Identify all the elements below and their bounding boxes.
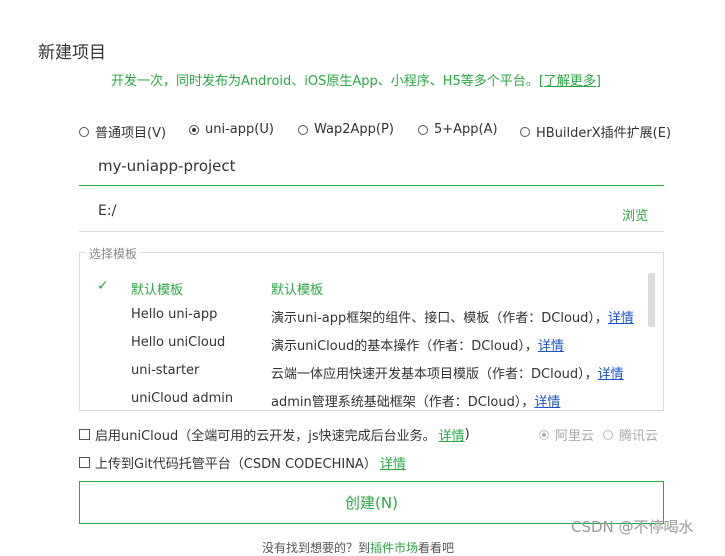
template-desc: 演示uni-app框架的组件、接口、模板（作者：DCloud），详情 (271, 307, 634, 326)
type-5plusapp-radio[interactable]: 5+App(A) (418, 122, 498, 137)
radio-icon (520, 126, 530, 137)
plugin-market-link[interactable]: 插件市场 (370, 541, 418, 555)
template-name: Hello uniCloud (131, 335, 226, 350)
aliyun-radio[interactable] (539, 429, 549, 440)
template-desc-text: 云端一体应用快速开发基本项目模版（作者：DCloud）， (271, 367, 598, 382)
subtitle-text: 开发一次，同时发布为Android、iOS原生App、小程序、H5等多个平台。 (111, 74, 539, 89)
project-name-field (79, 150, 664, 186)
template-desc-text: 演示uni-app框架的组件、接口、模板（作者：DCloud）， (271, 311, 608, 326)
radio-icon (298, 124, 308, 135)
type-label: HBuilderX插件扩展(E) (536, 126, 672, 141)
template-name: uniCloud admin (131, 391, 234, 406)
cloud-provider-group: 阿里云 腾讯云 (539, 425, 658, 444)
type-label: uni-app(U) (205, 122, 274, 137)
tencent-cloud-radio[interactable] (603, 429, 614, 440)
template-desc: 演示uniCloud的基本操作（作者：DCloud），详情 (271, 335, 564, 354)
project-name-input[interactable] (98, 157, 638, 175)
csdn-watermark: CSDN @不停喝水 (571, 518, 694, 536)
type-label: 5+App(A) (434, 122, 498, 137)
template-name: uni-starter (131, 363, 200, 378)
dialog-subtitle: 开发一次，同时发布为Android、iOS原生App、小程序、H5等多个平台。[… (111, 70, 601, 89)
template-name: Hello uni-app (131, 307, 218, 322)
template-row[interactable]: ✓ 默认模板 默认模板 (80, 278, 640, 300)
template-list: 选择模板 ✓ 默认模板 默认模板 Hello uni-app 演示uni-app… (79, 245, 664, 411)
template-row[interactable]: Hello uni-app 演示uni-app框架的组件、接口、模板（作者：DC… (80, 306, 640, 328)
hint-prefix: 没有找到想要的？到 (262, 541, 371, 555)
unicloud-option: 启用uniCloud（全端可用的云开发，js快速完成后台业务。 详情 ) (79, 425, 470, 444)
template-detail-link[interactable]: 详情 (598, 367, 624, 382)
template-row[interactable]: uniCloud admin admin管理系统基础框架（作者：DCloud），… (80, 390, 640, 410)
tencent-cloud-label: 腾讯云 (619, 429, 659, 444)
template-row[interactable]: Hello uniCloud 演示uniCloud的基本操作（作者：DCloud… (80, 334, 640, 356)
type-hbuilderx-plugin-radio[interactable]: HBuilderX插件扩展(E) (520, 122, 671, 141)
git-option: 上传到Git代码托管平台（CSDN CODECHINA） 详情 (79, 453, 406, 472)
unicloud-label: 启用uniCloud（全端可用的云开发，js快速完成后台业务。 (95, 429, 436, 444)
type-uniapp-radio[interactable]: uni-app(U) (189, 122, 274, 137)
git-detail-link[interactable]: 详情 (380, 453, 406, 472)
git-checkbox[interactable] (79, 457, 90, 468)
plugin-market-hint: 没有找到想要的？到插件市场看看吧 (262, 539, 454, 556)
type-wap2app-radio[interactable]: Wap2App(P) (298, 122, 394, 137)
template-detail-link[interactable]: 详情 (538, 339, 564, 354)
unicloud-checkbox[interactable] (79, 429, 90, 440)
template-desc-text: admin管理系统基础框架（作者：DCloud）， (271, 395, 535, 410)
browse-button[interactable]: 浏览 (622, 205, 648, 224)
aliyun-label: 阿里云 (555, 429, 595, 444)
radio-icon (418, 124, 428, 135)
hint-suffix: 看看吧 (418, 541, 455, 555)
dialog-title: 新建项目 (38, 43, 106, 63)
template-desc: 云端一体应用快速开发基本项目模版（作者：DCloud），详情 (271, 363, 624, 382)
template-desc: 默认模板 (271, 279, 323, 298)
type-label: Wap2App(P) (314, 122, 394, 137)
template-row[interactable]: uni-starter 云端一体应用快速开发基本项目模版（作者：DCloud），… (80, 362, 640, 384)
template-name: 默认模板 (131, 283, 184, 298)
type-label: 普通项目(V) (95, 126, 167, 141)
git-label: 上传到Git代码托管平台（CSDN CODECHINA） (95, 457, 377, 472)
template-detail-link[interactable]: 详情 (608, 311, 634, 326)
checkmark-icon: ✓ (97, 278, 109, 294)
template-legend: 选择模板 (86, 245, 141, 262)
template-desc-text: 演示uniCloud的基本操作（作者：DCloud）， (271, 339, 538, 354)
project-path-field: 浏览 (79, 198, 664, 232)
type-normal-radio[interactable]: 普通项目(V) (79, 122, 166, 141)
learn-more-link[interactable]: [了解更多] (539, 74, 601, 89)
unicloud-suffix: ) (464, 427, 470, 442)
template-desc: admin管理系统基础框架（作者：DCloud），详情 (271, 391, 560, 410)
template-scrollbar[interactable] (648, 273, 655, 327)
unicloud-detail-link[interactable]: 详情 (439, 425, 465, 444)
radio-selected-icon (189, 124, 199, 135)
template-detail-link[interactable]: 详情 (534, 395, 560, 410)
template-desc-text: 默认模板 (271, 283, 324, 298)
radio-icon (79, 126, 89, 137)
project-path-input[interactable] (98, 203, 578, 219)
